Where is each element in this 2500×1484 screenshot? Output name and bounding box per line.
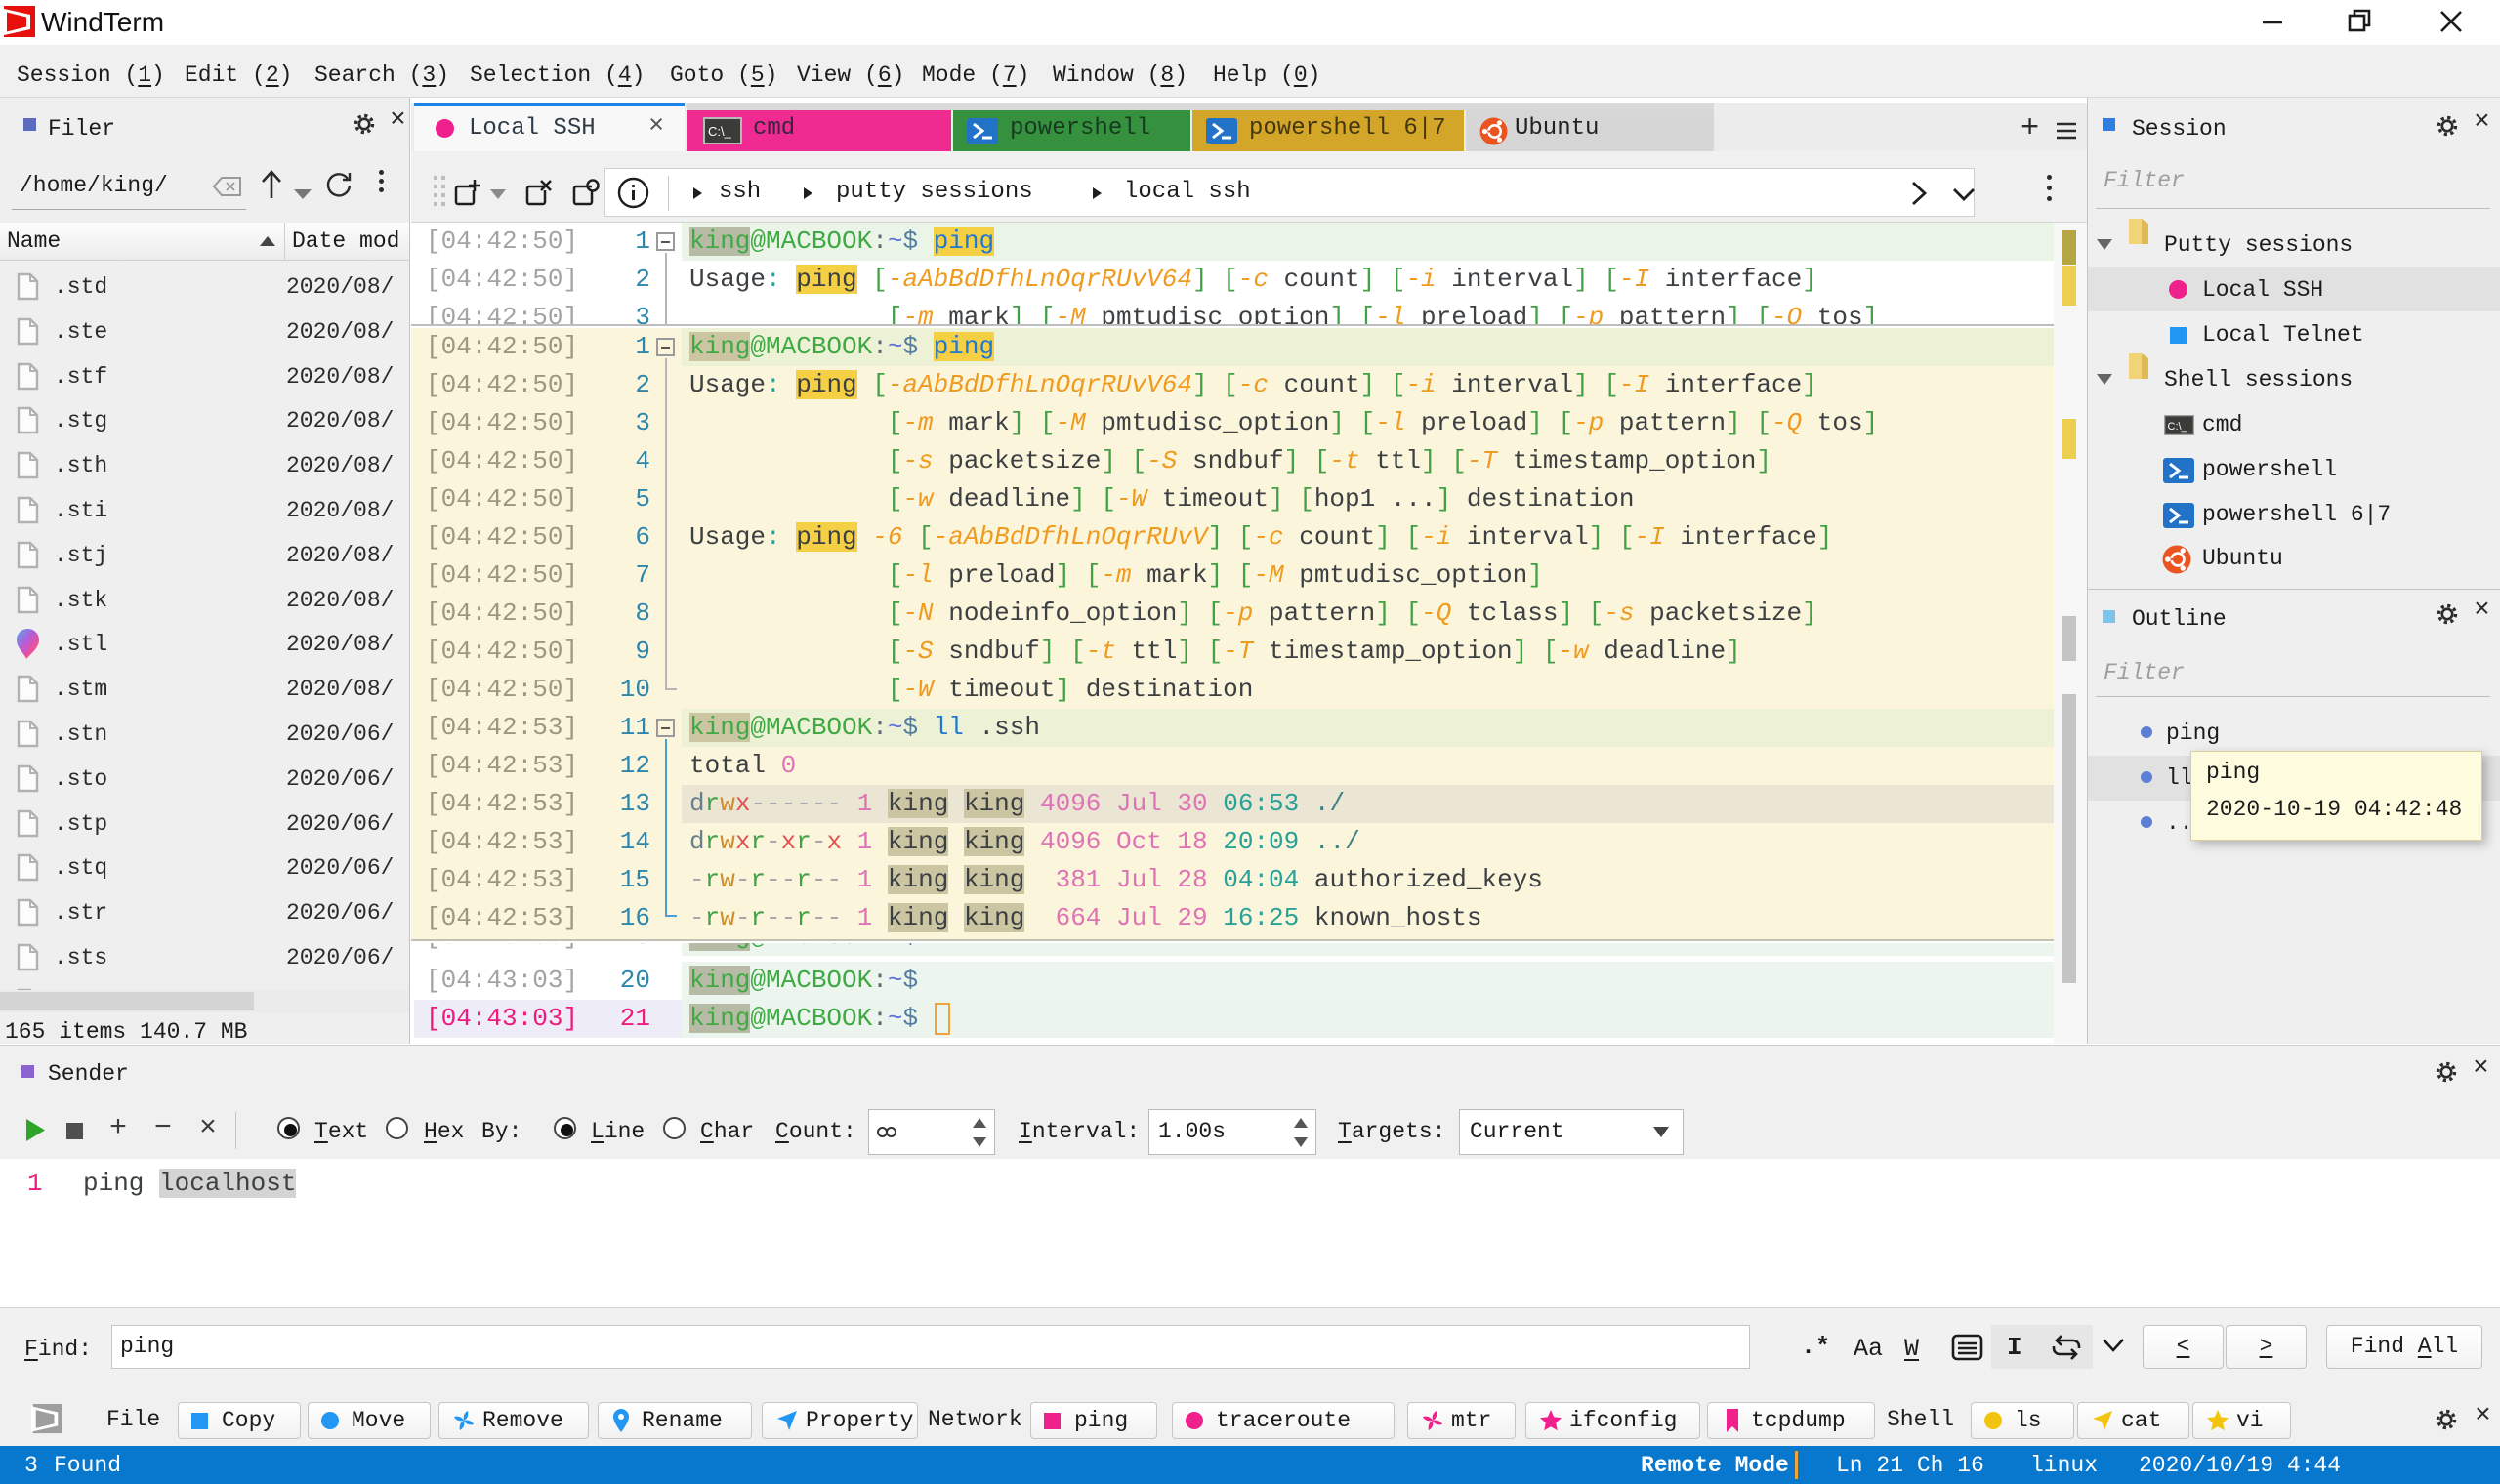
svg-text:C:\_: C:\_ — [2168, 421, 2188, 433]
svg-text:C:\_: C:\_ — [708, 124, 732, 139]
